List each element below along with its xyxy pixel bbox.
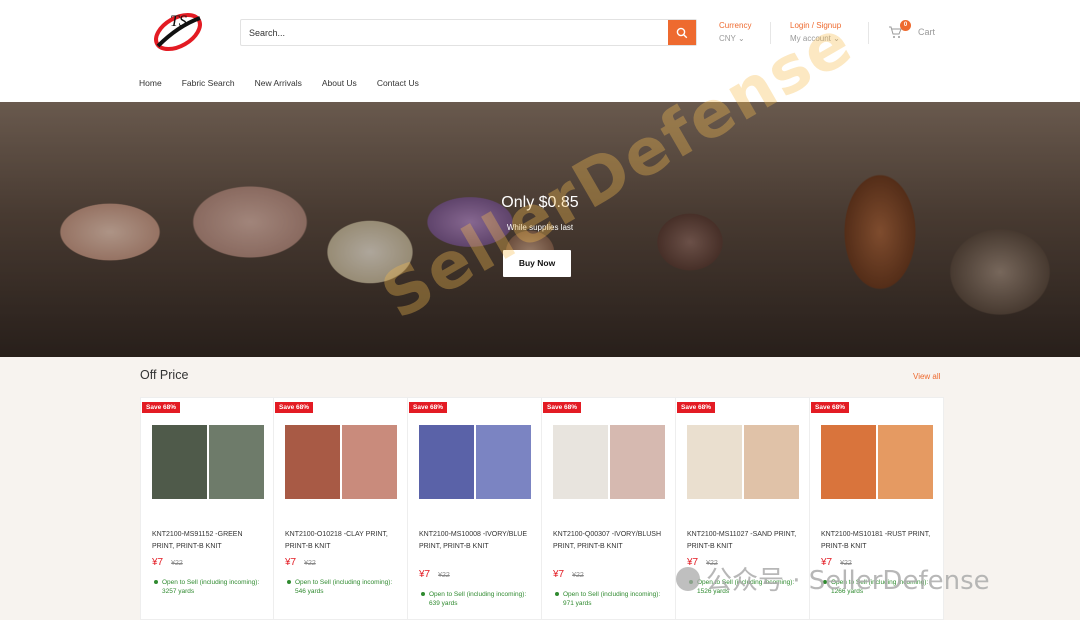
fabric-swatch	[821, 425, 876, 499]
search-bar	[240, 19, 697, 46]
currency-value: CNY	[719, 34, 736, 43]
site-header: TS Currency CNY ⌄ Login / Signup My acco…	[0, 0, 1080, 102]
product-card[interactable]: Save 68% KNT2100-MS10181 -RUST PRINT, PR…	[810, 397, 944, 620]
hero-banner: Only $0.85 While supplies last Buy Now	[0, 102, 1080, 357]
main-nav: Home Fabric Search New Arrivals About Us…	[139, 78, 419, 88]
search-button[interactable]	[668, 20, 696, 45]
view-all-link[interactable]: View all	[913, 372, 940, 381]
original-price: ¥22	[438, 572, 450, 579]
discount-badge: Save 68%	[275, 402, 313, 413]
discount-badge: Save 68%	[142, 402, 180, 413]
buy-now-button[interactable]: Buy Now	[503, 250, 571, 277]
fabric-swatch	[608, 425, 665, 499]
sale-price: ¥7	[821, 557, 833, 568]
nav-home[interactable]: Home	[139, 78, 162, 88]
fabric-swatch	[553, 425, 608, 499]
fabric-swatch	[687, 425, 742, 499]
original-price: ¥22	[572, 572, 584, 579]
fabric-swatch	[152, 425, 207, 499]
stock-status: Open to Sell (including incoming): 639 y…	[419, 590, 537, 608]
sale-price: ¥7	[419, 569, 431, 580]
account-menu[interactable]: Login / Signup My account ⌄	[790, 19, 841, 45]
currency-selector[interactable]: Currency CNY ⌄	[719, 19, 751, 45]
divider	[770, 22, 771, 44]
product-image[interactable]	[821, 425, 933, 499]
product-name[interactable]: KNT2100-MS91152 -GREEN PRINT, PRINT-B KN…	[152, 529, 266, 553]
product-card[interactable]: Save 68% KNT2100-MS91152 -GREEN PRINT, P…	[140, 397, 274, 620]
original-price: ¥22	[840, 560, 852, 567]
product-name[interactable]: KNT2100-MS10008 -IVORY/BLUE PRINT, PRINT…	[419, 529, 533, 553]
status-dot-icon	[823, 580, 827, 584]
chevron-down-icon: ⌄	[833, 34, 840, 43]
product-image[interactable]	[419, 425, 531, 499]
original-price: ¥22	[706, 560, 718, 567]
status-dot-icon	[689, 580, 693, 584]
nav-about-us[interactable]: About Us	[322, 78, 357, 88]
stock-status: Open to Sell (including incoming): 1526 …	[687, 578, 805, 596]
currency-label: Currency	[719, 21, 752, 30]
product-image[interactable]	[152, 425, 264, 499]
fabric-swatch	[207, 425, 264, 499]
section-title: Off Price	[140, 368, 189, 382]
divider	[868, 22, 869, 44]
stock-status: Open to Sell (including incoming): 3257 …	[152, 578, 270, 596]
chevron-down-icon: ⌄	[737, 34, 745, 43]
cart-button[interactable]: 0 Cart	[888, 20, 936, 40]
fabric-swatch	[876, 425, 933, 499]
cart-label: Cart	[918, 27, 936, 37]
discount-badge: Save 68%	[677, 402, 715, 413]
stock-status: Open to Sell (including incoming): 546 y…	[285, 578, 403, 596]
fabric-swatch	[285, 425, 340, 499]
product-card[interactable]: Save 68% KNT2100-MS11027 -SAND PRINT, PR…	[676, 397, 810, 620]
sale-price: ¥7	[285, 557, 297, 568]
login-signup-link[interactable]: Login / Signup	[790, 19, 841, 32]
search-icon	[676, 27, 688, 38]
svg-text:TS: TS	[170, 13, 187, 30]
fabric-swatch	[419, 425, 474, 499]
my-account-label: My account	[790, 34, 831, 43]
sale-price: ¥7	[687, 557, 699, 568]
search-input[interactable]	[241, 20, 669, 45]
stock-status: Open to Sell (including incoming): 1266 …	[821, 578, 939, 596]
product-name[interactable]: KNT2100-MS11027 -SAND PRINT, PRINT-B KNI…	[687, 529, 801, 553]
fabric-swatch	[340, 425, 397, 499]
product-name[interactable]: KNT2100-MS10181 -RUST PRINT, PRINT-B KNI…	[821, 529, 935, 553]
product-name[interactable]: KNT2100-Q00307 -IVORY/BLUSH PRINT, PRINT…	[553, 529, 667, 553]
status-dot-icon	[287, 580, 291, 584]
original-price: ¥22	[171, 560, 183, 567]
discount-badge: Save 68%	[409, 402, 447, 413]
nav-new-arrivals[interactable]: New Arrivals	[255, 78, 302, 88]
product-image[interactable]	[687, 425, 799, 499]
cart-count-badge: 0	[900, 20, 911, 31]
brand-logo[interactable]: TS	[150, 6, 206, 56]
nav-contact-us[interactable]: Contact Us	[377, 78, 419, 88]
product-name[interactable]: KNT2100-O10218 -CLAY PRINT, PRINT-B KNIT	[285, 529, 399, 553]
sale-price: ¥7	[553, 569, 565, 580]
discount-badge: Save 68%	[811, 402, 849, 413]
stock-status: Open to Sell (including incoming): 971 y…	[553, 590, 671, 608]
product-card[interactable]: Save 68% KNT2100-Q00307 -IVORY/BLUSH PRI…	[542, 397, 676, 620]
status-dot-icon	[421, 592, 425, 596]
nav-fabric-search[interactable]: Fabric Search	[182, 78, 235, 88]
product-card[interactable]: Save 68% KNT2100-O10218 -CLAY PRINT, PRI…	[274, 397, 408, 620]
product-image[interactable]	[285, 425, 397, 499]
fabric-swatch	[742, 425, 799, 499]
hero-title: Only $0.85	[501, 194, 579, 211]
original-price: ¥22	[304, 560, 316, 567]
product-card[interactable]: Save 68% KNT2100-MS10008 -IVORY/BLUE PRI…	[408, 397, 542, 620]
sale-price: ¥7	[152, 557, 164, 568]
product-grid: Save 68% KNT2100-MS91152 -GREEN PRINT, P…	[140, 397, 944, 620]
discount-badge: Save 68%	[543, 402, 581, 413]
fabric-swatch	[474, 425, 531, 499]
status-dot-icon	[555, 592, 559, 596]
product-image[interactable]	[553, 425, 665, 499]
status-dot-icon	[154, 580, 158, 584]
hero-subtitle: While supplies last	[506, 223, 574, 232]
